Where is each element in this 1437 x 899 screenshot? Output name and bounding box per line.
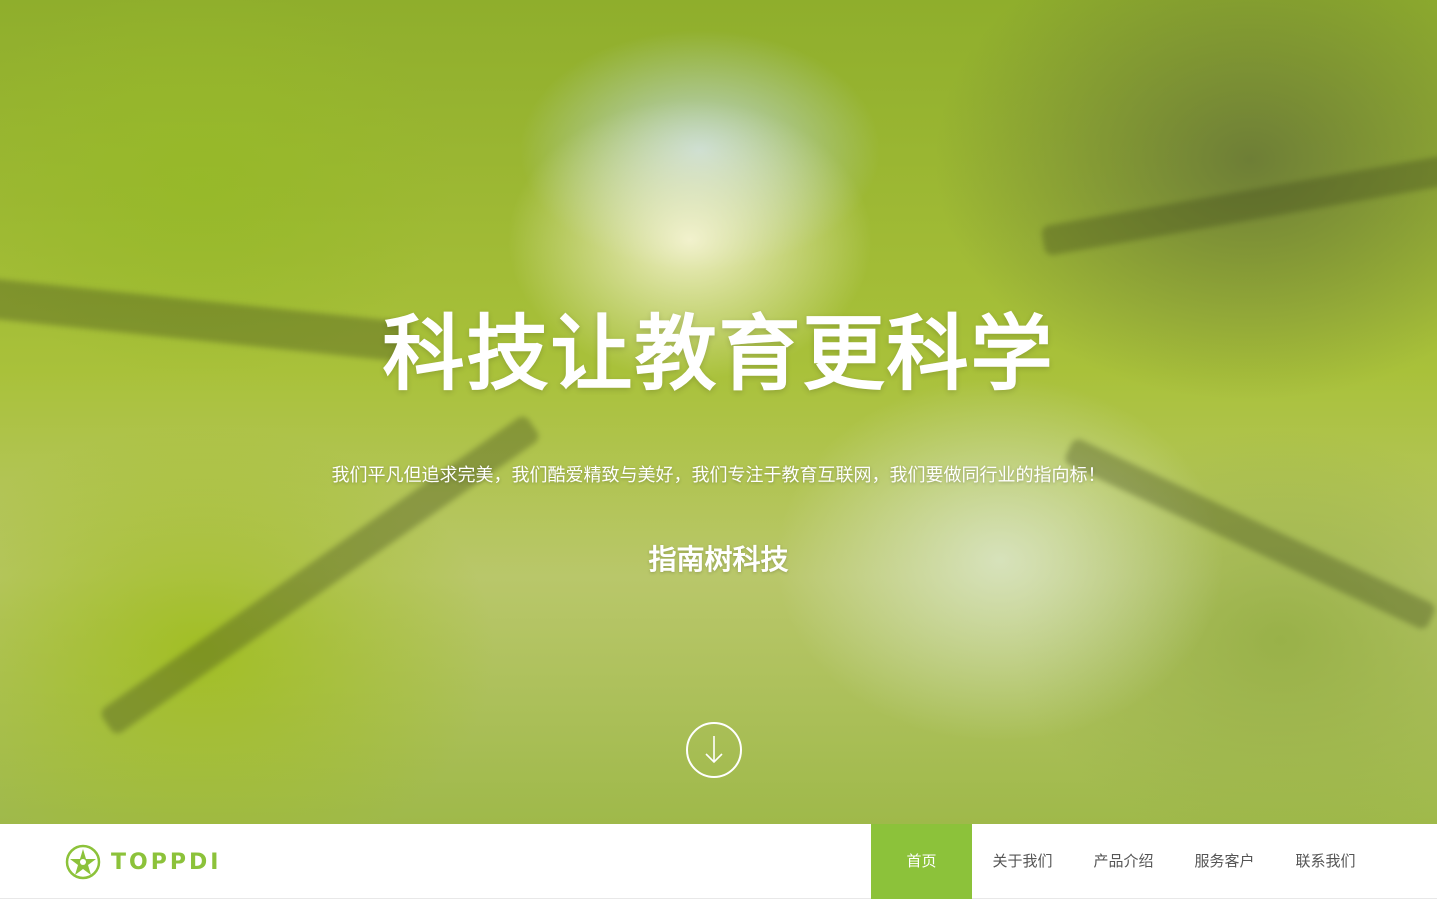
hero-title: 科技让教育更科学 (382, 307, 1055, 402)
hero-banner: 科技让教育更科学 我们平凡但追求完美，我们酷爱精致与美好，我们专注于教育互联网，… (0, 0, 1437, 824)
leaf-star-icon (65, 844, 101, 880)
nav-item-home[interactable]: 首页 (871, 824, 972, 899)
logo-text: TOPPDI (111, 849, 222, 875)
arrow-down-icon (705, 736, 723, 764)
main-nav: 首页 关于我们 产品介绍 服务客户 联系我们 (871, 824, 1376, 899)
hero-brand-name: 指南树科技 (648, 543, 789, 576)
background-branch (1040, 153, 1437, 257)
site-logo[interactable]: TOPPDI (65, 844, 221, 880)
nav-item-clients[interactable]: 服务客户 (1174, 824, 1275, 899)
scroll-down-button[interactable] (686, 722, 742, 778)
nav-item-about[interactable]: 关于我们 (972, 824, 1073, 899)
hero-subtitle: 我们平凡但追求完美，我们酷爱精致与美好，我们专注于教育互联网，我们要做同行业的指… (331, 465, 1106, 486)
nav-item-products[interactable]: 产品介绍 (1073, 824, 1174, 899)
nav-item-contact[interactable]: 联系我们 (1275, 824, 1376, 899)
top-navigation-bar: TOPPDI 首页 关于我们 产品介绍 服务客户 联系我们 (0, 824, 1437, 899)
